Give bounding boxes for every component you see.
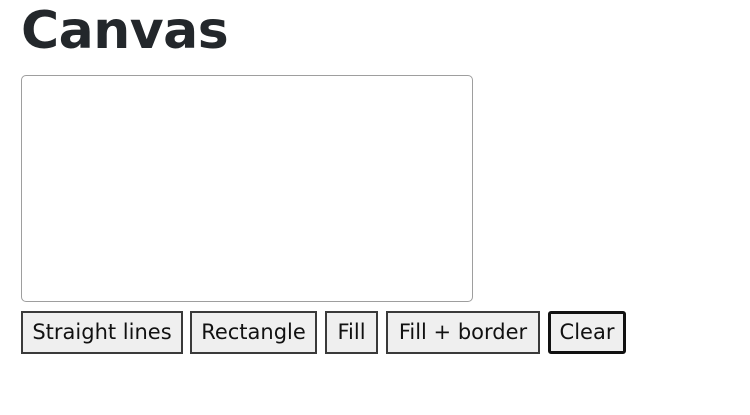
- fill-button[interactable]: Fill: [325, 311, 378, 354]
- fill-border-button[interactable]: Fill + border: [386, 311, 540, 354]
- straight-lines-button[interactable]: Straight lines: [21, 311, 183, 354]
- page: Canvas Straight lines Rectangle Fill Fil…: [0, 0, 750, 415]
- page-title: Canvas: [21, 1, 229, 61]
- drawing-canvas[interactable]: [21, 75, 473, 302]
- clear-button[interactable]: Clear: [548, 311, 626, 354]
- rectangle-button[interactable]: Rectangle: [190, 311, 317, 354]
